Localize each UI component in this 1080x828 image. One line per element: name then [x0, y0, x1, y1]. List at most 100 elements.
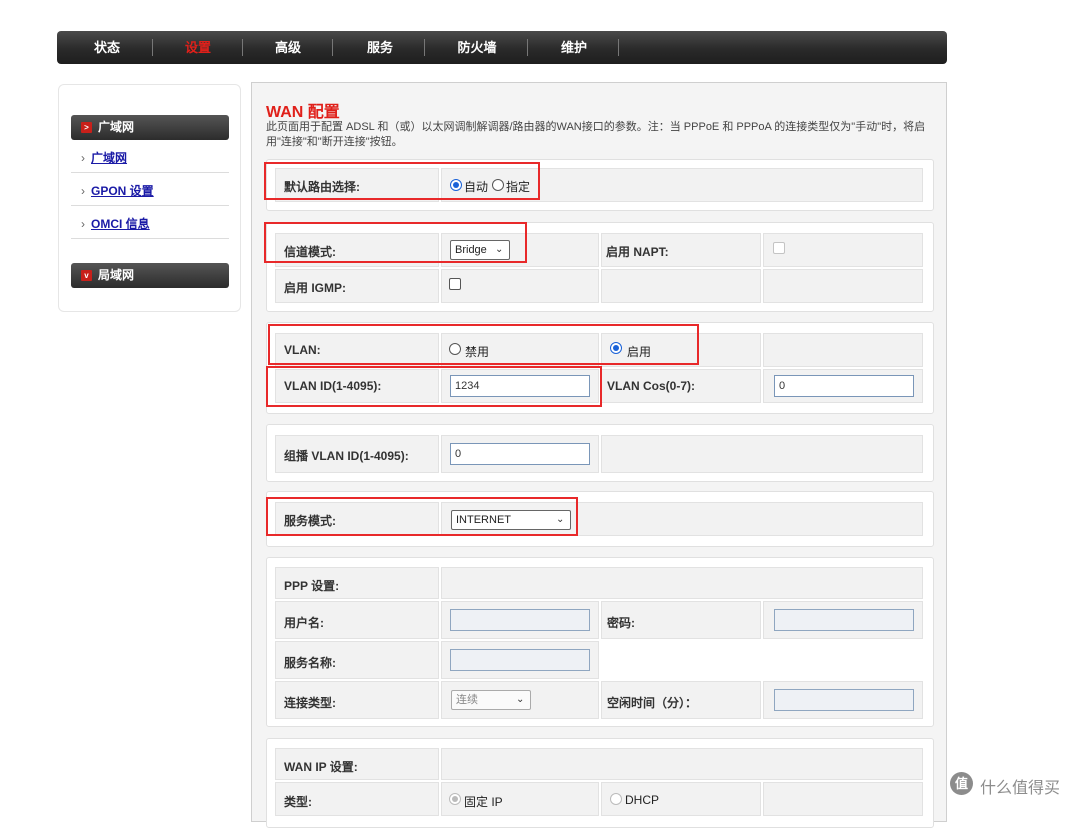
- section-multicast-vlan: 组播 VLAN ID(1-4095): 0: [266, 424, 934, 482]
- multicast-vlan-input[interactable]: 0: [450, 443, 590, 465]
- tab-advanced[interactable]: 高级: [260, 31, 316, 64]
- sidebar-item-gpon[interactable]: › GPON 设置: [81, 182, 154, 199]
- tab-firewall[interactable]: 防火墙: [445, 31, 509, 64]
- chevron-down-icon: ⌄: [495, 244, 504, 255]
- value-cell: [601, 333, 761, 367]
- wan-ip-dhcp-radio[interactable]: [610, 793, 622, 805]
- nav-separator: [332, 39, 333, 56]
- vlan-cos-input[interactable]: 0: [774, 375, 914, 397]
- idle-time-label: 空闲时间（分）：: [607, 696, 698, 710]
- channel-mode-value: Bridge: [455, 244, 487, 256]
- vlan-disable-radio[interactable]: [449, 343, 461, 355]
- igmp-checkbox[interactable]: [449, 278, 461, 290]
- divider: [71, 238, 229, 239]
- connection-type-label: 连接类型:: [284, 696, 336, 710]
- section-default-route: 默认路由选择: 自动 指定: [266, 159, 934, 211]
- vlan-enable-label: 启用: [627, 345, 652, 359]
- section-vlan: VLAN: 禁用 启用 VLAN ID(1-4095): 1234 VLAN C…: [266, 322, 934, 414]
- empty-cell: [601, 435, 923, 473]
- bullet-icon: ›: [81, 217, 85, 231]
- value-cell: [763, 233, 923, 267]
- wan-ip-type-label: 类型:: [284, 795, 312, 809]
- watermark-logo-icon: 值: [950, 772, 973, 795]
- vlan-id-label: VLAN ID(1-4095):: [284, 379, 382, 393]
- section-service-mode: 服务模式: INTERNET ⌄: [266, 491, 934, 547]
- nav-separator: [152, 39, 153, 56]
- vlan-disable-label: 禁用: [465, 345, 490, 359]
- empty-cell: [763, 269, 923, 303]
- napt-label: 启用 NAPT:: [606, 245, 669, 259]
- divider: [71, 172, 229, 173]
- default-route-auto-radio[interactable]: [450, 179, 462, 191]
- watermark: 值 什么值得买: [950, 770, 1075, 798]
- sidebar-item-label: 广域网: [91, 151, 128, 165]
- username-input[interactable]: [450, 609, 590, 631]
- vlan-id-input[interactable]: 1234: [450, 375, 590, 397]
- empty-cell: [441, 748, 923, 780]
- sidebar-item-wan[interactable]: › 广域网: [81, 149, 127, 166]
- empty-cell: [441, 567, 923, 599]
- default-route-auto-label: 自动: [464, 180, 489, 194]
- chevron-right-icon: >: [81, 122, 92, 133]
- ppp-heading: PPP 设置:: [284, 579, 340, 593]
- main-panel: WAN 配置 此页面用于配置 ADSL 和（或）以太网调制解调器/路由器的WAN…: [251, 82, 947, 828]
- tab-settings[interactable]: 设置: [170, 31, 226, 64]
- bullet-icon: ›: [81, 184, 85, 198]
- sidebar-group-wan[interactable]: > 广域网: [71, 115, 229, 140]
- bullet-icon: ›: [81, 151, 85, 165]
- sidebar-item-label: GPON 设置: [91, 184, 154, 198]
- chevron-down-icon: ⌄: [556, 514, 565, 525]
- tab-service[interactable]: 服务: [352, 31, 408, 64]
- connection-type-select[interactable]: 连续 ⌄: [451, 690, 531, 710]
- channel-mode-label: 信道模式:: [284, 245, 336, 259]
- connection-type-value: 连续: [456, 694, 478, 706]
- chevron-down-icon: ⌄: [516, 694, 525, 705]
- default-route-label: 默认路由选择:: [284, 180, 360, 194]
- idle-time-input[interactable]: [774, 689, 914, 711]
- service-mode-value: INTERNET: [456, 514, 511, 526]
- empty-cell: [763, 333, 923, 367]
- section-ppp: PPP 设置: 用户名: 密码: 服务名称: 连接类型: 连续 ⌄ 空闲时间（分…: [266, 557, 934, 727]
- empty-cell: [601, 269, 761, 303]
- tab-status[interactable]: 状态: [79, 31, 135, 64]
- nav-separator: [424, 39, 425, 56]
- service-name-input[interactable]: [450, 649, 590, 671]
- section-channel: 信道模式: Bridge ⌄ 启用 NAPT: 启用 IGMP:: [266, 222, 934, 312]
- vlan-cos-label: VLAN Cos(0-7):: [607, 379, 696, 393]
- chevron-down-icon: v: [81, 270, 92, 281]
- multicast-vlan-label: 组播 VLAN ID(1-4095):: [284, 449, 409, 463]
- wan-ip-dhcp-label: DHCP: [625, 793, 660, 807]
- section-wan-ip: WAN IP 设置: 类型: 固定 IP DHCP: [266, 738, 934, 828]
- sidebar-item-label: OMCI 信息: [91, 217, 150, 231]
- empty-cell: [763, 782, 923, 816]
- channel-mode-select[interactable]: Bridge ⌄: [450, 240, 510, 260]
- default-route-manual-label: 指定: [506, 180, 531, 194]
- divider: [71, 205, 229, 206]
- sidebar: > 广域网 › 广域网 › GPON 设置 › OMCI 信息 v 局域网: [58, 84, 241, 312]
- username-label: 用户名:: [284, 616, 324, 630]
- wan-ip-fixed-radio[interactable]: [449, 793, 461, 805]
- page-description: 此页面用于配置 ADSL 和（或）以太网调制解调器/路由器的WAN接口的参数。注…: [266, 121, 926, 148]
- sidebar-group-label: 广域网: [98, 120, 135, 134]
- page-title: WAN 配置: [266, 104, 340, 121]
- tab-maintenance[interactable]: 维护: [546, 31, 602, 64]
- sidebar-group-label: 局域网: [98, 268, 135, 282]
- service-mode-select[interactable]: INTERNET ⌄: [451, 510, 571, 530]
- nav-separator: [618, 39, 619, 56]
- nav-separator: [527, 39, 528, 56]
- service-name-label: 服务名称:: [284, 656, 336, 670]
- password-label: 密码:: [607, 616, 635, 630]
- value-cell: [441, 269, 599, 303]
- top-navigation-bar: 状态 设置 高级 服务 防火墙 维护: [57, 31, 947, 64]
- wan-ip-heading: WAN IP 设置:: [284, 760, 358, 774]
- sidebar-group-lan[interactable]: v 局域网: [71, 263, 229, 288]
- default-route-manual-radio[interactable]: [492, 179, 504, 191]
- napt-checkbox[interactable]: [773, 242, 785, 254]
- sidebar-item-omci[interactable]: › OMCI 信息: [81, 215, 150, 232]
- password-input[interactable]: [774, 609, 914, 631]
- nav-separator: [242, 39, 243, 56]
- vlan-enable-radio[interactable]: [610, 342, 622, 354]
- igmp-label: 启用 IGMP:: [284, 281, 346, 295]
- wan-ip-fixed-label: 固定 IP: [464, 795, 503, 809]
- watermark-text: 什么值得买: [980, 780, 1061, 797]
